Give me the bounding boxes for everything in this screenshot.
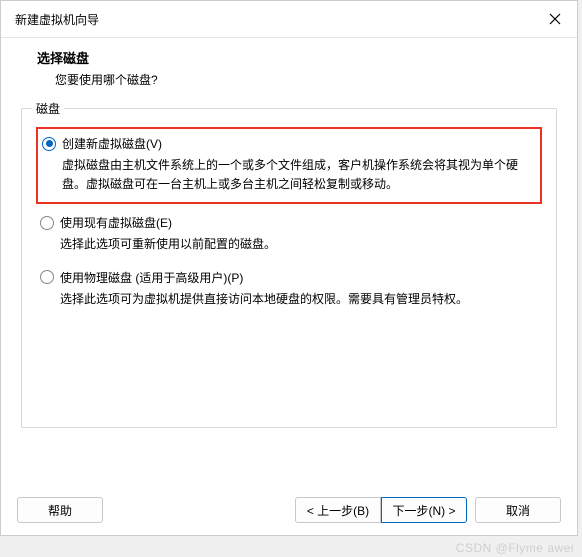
radio-create-new[interactable]	[42, 137, 56, 151]
close-icon	[549, 13, 561, 25]
option-desc: 选择此选项可重新使用以前配置的磁盘。	[60, 235, 542, 254]
option-label: 使用现有虚拟磁盘(E)	[60, 214, 172, 231]
option-desc: 选择此选项可为虚拟机提供直接访问本地硬盘的权限。需要具有管理员特权。	[60, 290, 542, 309]
radio-use-existing[interactable]	[40, 216, 54, 230]
watermark: CSDN @Flyme awei	[456, 541, 574, 555]
titlebar: 新建虚拟机向导	[1, 1, 577, 38]
option-label: 使用物理磁盘 (适用于高级用户)(P)	[60, 269, 243, 286]
option-use-existing-disk[interactable]: 使用现有虚拟磁盘(E) 选择此选项可重新使用以前配置的磁盘。	[36, 214, 542, 254]
group-label: 磁盘	[32, 102, 64, 117]
cancel-button[interactable]: 取消	[475, 497, 561, 523]
page-title: 选择磁盘	[37, 48, 553, 67]
button-bar: 帮助 < 上一步(B) 下一步(N) > 取消	[1, 487, 577, 535]
disk-groupbox: 磁盘 创建新虚拟磁盘(V) 虚拟磁盘由主机文件系统上的一个或多个文件组成，客户机…	[21, 108, 557, 428]
radio-use-physical[interactable]	[40, 270, 54, 284]
close-button[interactable]	[545, 9, 565, 29]
window-title: 新建虚拟机向导	[15, 11, 99, 28]
content-area: 磁盘 创建新虚拟磁盘(V) 虚拟磁盘由主机文件系统上的一个或多个文件组成，客户机…	[1, 102, 577, 487]
wizard-header: 选择磁盘 您要使用哪个磁盘?	[1, 38, 577, 102]
next-button[interactable]: 下一步(N) >	[381, 497, 467, 523]
back-button[interactable]: < 上一步(B)	[295, 497, 381, 523]
option-create-new-disk[interactable]: 创建新虚拟磁盘(V) 虚拟磁盘由主机文件系统上的一个或多个文件组成，客户机操作系…	[36, 127, 542, 204]
nav-button-group: < 上一步(B) 下一步(N) >	[295, 497, 467, 523]
option-use-physical-disk[interactable]: 使用物理磁盘 (适用于高级用户)(P) 选择此选项可为虚拟机提供直接访问本地硬盘…	[36, 269, 542, 309]
option-desc: 虚拟磁盘由主机文件系统上的一个或多个文件组成，客户机操作系统会将其视为单个硬盘。…	[62, 156, 532, 194]
help-button[interactable]: 帮助	[17, 497, 103, 523]
page-subtitle: 您要使用哪个磁盘?	[37, 71, 553, 88]
wizard-dialog: 新建虚拟机向导 选择磁盘 您要使用哪个磁盘? 磁盘 创建新虚拟磁盘(V) 虚拟磁…	[0, 0, 578, 536]
option-label: 创建新虚拟磁盘(V)	[62, 135, 162, 152]
